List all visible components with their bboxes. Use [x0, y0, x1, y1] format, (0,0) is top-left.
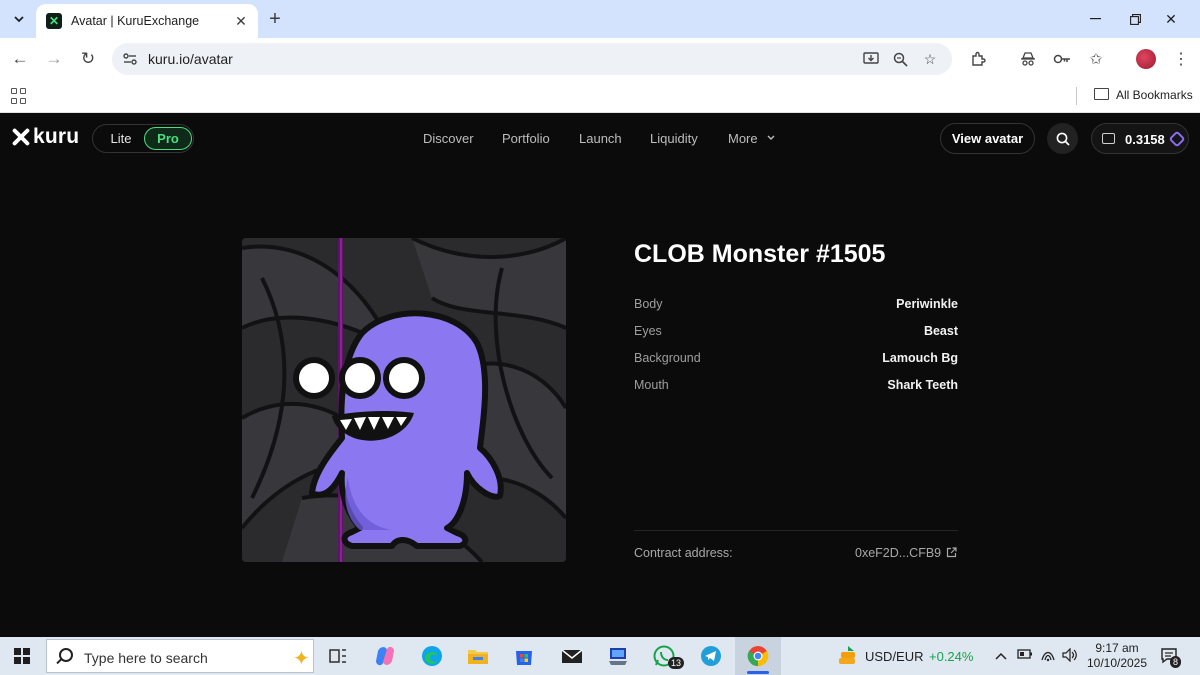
trait-key: Body [634, 297, 663, 311]
wallet-icon [1102, 133, 1115, 144]
wifi-icon[interactable] [1040, 648, 1056, 665]
trait-value: Shark Teeth [887, 378, 958, 392]
browser-tab-active[interactable]: ✕ Avatar | KuruExchange ✕ [36, 4, 258, 38]
browser-toolbar: ← → ↻ kuru.io/avatar ☆ ✩ ⋮ [0, 38, 1200, 80]
forward-arrow-icon[interactable]: → [42, 47, 66, 71]
windows-taskbar: Type here to search ✦ 13 USD/EUR +0.24% [0, 637, 1200, 675]
search-button[interactable] [1047, 123, 1078, 154]
contract-address-link[interactable]: 0xeF2D...CFB9 [855, 546, 941, 560]
trait-value: Periwinkle [896, 297, 958, 311]
address-bar[interactable]: kuru.io/avatar ☆ [112, 43, 952, 75]
divider [634, 530, 958, 531]
monad-token-icon [1168, 130, 1186, 148]
nav-liquidity[interactable]: Liquidity [650, 131, 698, 146]
tab-search-chevron-icon[interactable] [8, 8, 30, 30]
chrome-icon[interactable] [744, 642, 772, 670]
restore-icon[interactable] [1120, 6, 1150, 32]
task-view-icon[interactable] [324, 642, 352, 670]
nav-discover[interactable]: Discover [423, 131, 474, 146]
whatsapp-badge: 13 [668, 657, 685, 669]
install-app-icon[interactable] [861, 49, 881, 69]
tray-chevron-up-icon[interactable] [995, 648, 1007, 663]
trait-row-body: Body Periwinkle [634, 297, 958, 315]
nav-portfolio[interactable]: Portfolio [502, 131, 550, 146]
reload-icon[interactable]: ↻ [76, 47, 100, 71]
zoom-icon[interactable] [890, 49, 910, 69]
bookmark-star-icon[interactable]: ☆ [920, 49, 940, 69]
wallet-balance-button[interactable]: 0.3158 [1091, 123, 1189, 154]
telegram-icon[interactable] [697, 642, 725, 670]
mail-icon[interactable] [558, 642, 586, 670]
incognito-icon[interactable] [1017, 48, 1039, 70]
view-avatar-button[interactable]: View avatar [940, 123, 1035, 154]
nav-launch[interactable]: Launch [579, 131, 622, 146]
wallet-balance: 0.3158 [1125, 132, 1165, 147]
tab-title: Avatar | KuruExchange [71, 14, 200, 28]
remote-desktop-icon[interactable] [604, 642, 632, 670]
external-link-icon[interactable] [946, 547, 957, 558]
trait-key: Mouth [634, 378, 669, 392]
clock-time: 9:17 am [1095, 641, 1139, 655]
trait-value: Beast [923, 324, 958, 338]
more-vertical-icon[interactable]: ⋮ [1170, 48, 1192, 70]
trait-row-background: Background Lamouch Bg [634, 351, 958, 369]
folder-icon [1094, 88, 1109, 100]
bookmarks-bar: All Bookmarks [0, 80, 1200, 113]
contract-address-label: Contract address: [634, 546, 733, 560]
ticker-change: +0.24% [929, 649, 974, 664]
trait-row-mouth: Mouth Shark Teeth [634, 378, 958, 396]
favorites-list-icon[interactable]: ✩ [1085, 48, 1107, 70]
apps-grid-icon[interactable] [11, 88, 27, 104]
kuru-logo[interactable]: kuru [12, 125, 79, 149]
notification-count-badge: 8 [1170, 656, 1182, 668]
trait-key: Eyes [634, 324, 662, 338]
chevron-down-icon[interactable] [767, 133, 775, 144]
battery-icon[interactable] [1017, 648, 1033, 663]
kuru-favicon-icon: ✕ [46, 13, 62, 29]
new-tab-plus-icon[interactable]: + [264, 8, 286, 30]
file-explorer-icon[interactable] [464, 642, 492, 670]
avatar-title: CLOB Monster #1505 [634, 240, 886, 268]
taskbar-search-placeholder: Type here to search [84, 650, 208, 666]
microsoft-store-icon[interactable] [510, 642, 538, 670]
nav-more[interactable]: More [728, 131, 758, 146]
minimize-icon[interactable] [1080, 6, 1110, 32]
trait-row-eyes: Eyes Beast [634, 324, 958, 342]
system-clock[interactable]: 9:17 am 10/10/2025 [1086, 641, 1148, 671]
kuru-logo-mark-icon [12, 128, 30, 146]
logo-text: kuru [33, 125, 80, 148]
avatar-image [242, 238, 566, 562]
url-text: kuru.io/avatar [148, 51, 233, 67]
ticker-label[interactable]: USD/EUR [865, 649, 924, 664]
profile-avatar[interactable] [1136, 49, 1156, 69]
bookmarks-divider [1076, 87, 1077, 105]
tab-close-icon[interactable]: ✕ [232, 12, 250, 30]
site-info-icon[interactable] [122, 51, 138, 67]
search-icon [59, 648, 73, 662]
mode-switch: Lite Pro [92, 124, 194, 153]
mode-pro-button[interactable]: Pro [144, 127, 192, 150]
edge-browser-icon[interactable] [418, 642, 446, 670]
copilot-app-icon[interactable] [371, 642, 399, 670]
currency-ticker-icon[interactable] [836, 645, 858, 667]
copilot-sparkle-icon: ✦ [293, 648, 310, 670]
mode-lite-button[interactable]: Lite [103, 127, 139, 150]
trait-key: Background [634, 351, 701, 365]
close-window-icon[interactable]: ✕ [1156, 6, 1186, 32]
browser-tabstrip: ✕ Avatar | KuruExchange ✕ + ✕ [0, 0, 1200, 38]
extensions-puzzle-icon[interactable] [967, 48, 989, 70]
taskbar-search-box[interactable]: Type here to search ✦ [46, 639, 314, 673]
trait-value: Lamouch Bg [882, 351, 958, 365]
search-icon [1056, 132, 1070, 146]
volume-icon[interactable] [1062, 647, 1078, 665]
password-key-icon[interactable] [1051, 48, 1073, 70]
all-bookmarks-link[interactable]: All Bookmarks [1116, 88, 1193, 102]
kuru-app: kuru Lite Pro Discover Portfolio Launch … [0, 113, 1200, 637]
back-arrow-icon[interactable]: ← [8, 47, 32, 71]
clock-date: 10/10/2025 [1086, 656, 1148, 670]
windows-start-icon[interactable] [14, 648, 30, 664]
